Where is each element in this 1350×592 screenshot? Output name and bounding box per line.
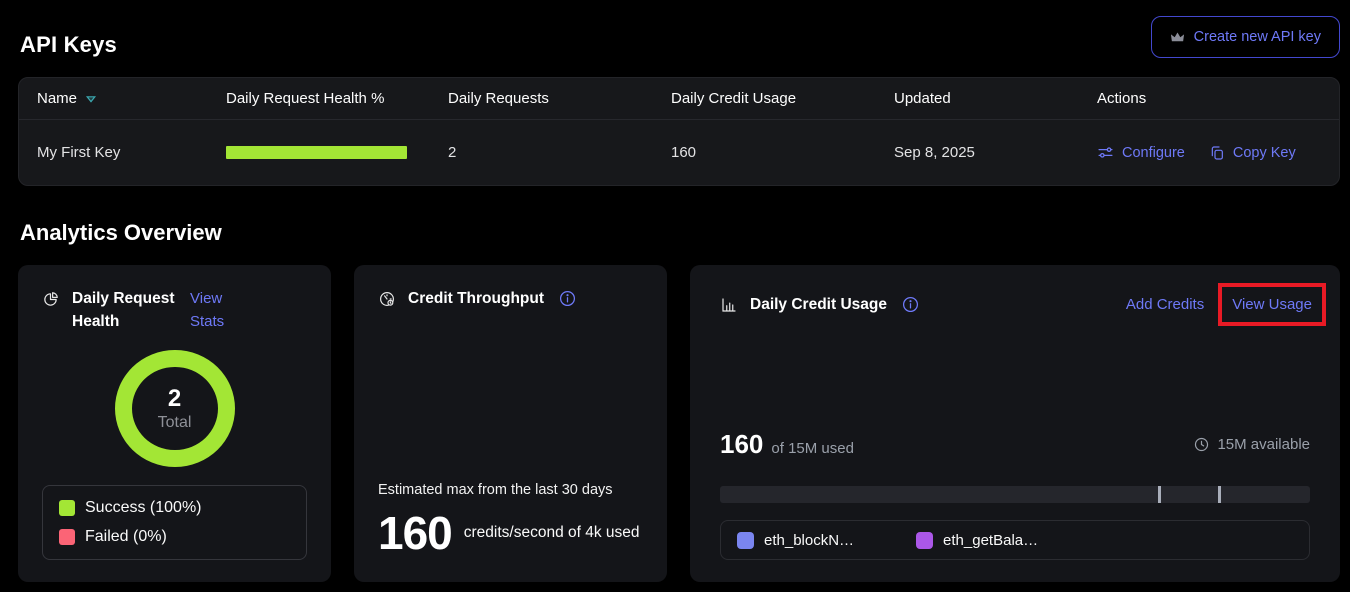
updated-value: Sep 8, 2025 <box>894 144 1097 161</box>
daily-request-health-card: Daily Request Health View Stats 2 Total … <box>18 265 331 582</box>
column-header-updated: Updated <box>894 90 1097 107</box>
success-swatch <box>59 500 75 516</box>
donut-total-label: Total <box>158 414 192 432</box>
health-bar-track <box>226 146 407 159</box>
credit-usage-legend: eth_blockN… eth_getBala… <box>720 520 1310 560</box>
legend-item-success: Success (100%) <box>59 499 290 517</box>
dashboard-page: API Keys Create new API key Name Daily R… <box>0 0 1350 582</box>
daily-credit-usage-header: Daily Credit Usage Add Credits View Usag… <box>720 283 1310 326</box>
sliders-icon <box>1097 144 1114 161</box>
usage-summary-row: 160 of 15M used 15M available <box>720 429 1310 460</box>
daily-request-health-header: Daily Request Health View Stats <box>42 287 307 334</box>
health-bar <box>226 146 407 159</box>
failed-label: Failed (0%) <box>85 528 167 546</box>
key-name: My First Key <box>37 144 226 161</box>
clock-icon <box>1193 436 1210 453</box>
legend-item-eth-getbalance: eth_getBala… <box>916 532 1038 549</box>
progress-tick <box>1218 486 1221 503</box>
configure-button[interactable]: Configure <box>1097 144 1185 161</box>
progress-tick <box>1158 486 1161 503</box>
info-icon[interactable] <box>901 295 920 314</box>
copy-icon <box>1209 145 1225 161</box>
add-credits-link[interactable]: Add Credits <box>1126 293 1204 316</box>
daily-credit-usage-title-group: Daily Credit Usage <box>720 293 1126 316</box>
request-health-legend: Success (100%) Failed (0%) <box>42 485 307 560</box>
eth-getbalance-swatch <box>916 532 933 549</box>
create-api-key-button[interactable]: Create new API key <box>1151 16 1340 58</box>
copy-key-button[interactable]: Copy Key <box>1209 145 1296 161</box>
daily-credit-usage-links: Add Credits View Usage <box>1126 283 1310 326</box>
daily-credit-usage-value: 160 <box>671 144 894 161</box>
api-keys-table: Name Daily Request Health % Daily Reques… <box>18 77 1340 186</box>
legend-item-failed: Failed (0%) <box>59 528 290 546</box>
api-keys-header: API Keys Create new API key <box>18 16 1340 58</box>
daily-request-health-title: Daily Request Health <box>72 287 190 334</box>
success-label: Success (100%) <box>85 499 202 517</box>
column-header-daily-credit-usage: Daily Credit Usage <box>671 90 894 107</box>
bar-chart-icon <box>720 296 738 314</box>
credit-usage-progress-bar <box>720 486 1310 503</box>
view-stats-link[interactable]: View Stats <box>190 287 238 334</box>
legend-item-eth-blocknumber: eth_blockN… <box>737 532 854 549</box>
request-health-donut-chart: 2 Total <box>115 350 235 468</box>
column-header-name[interactable]: Name <box>37 90 226 107</box>
throughput-subtitle: Estimated max from the last 30 days <box>378 482 643 498</box>
configure-label: Configure <box>1122 145 1185 161</box>
credit-throughput-title: Credit Throughput <box>408 287 544 310</box>
used-credits-suffix: of 15M used <box>771 440 854 457</box>
sort-descending-icon[interactable] <box>85 93 97 105</box>
analytics-cards: Daily Request Health View Stats 2 Total … <box>18 265 1340 582</box>
table-header-row: Name Daily Request Health % Daily Reques… <box>19 78 1339 120</box>
actions-cell: Configure Copy Key <box>1097 144 1339 161</box>
view-usage-link[interactable]: View Usage <box>1232 296 1312 313</box>
daily-credit-usage-card: Daily Credit Usage Add Credits View Usag… <box>690 265 1340 582</box>
pie-chart-icon <box>42 291 59 308</box>
credits-available-label: 15M available <box>1217 436 1310 453</box>
used-credits-value: 160 <box>720 429 763 460</box>
daily-requests-value: 2 <box>448 144 671 161</box>
annotation-box: View Usage <box>1218 283 1326 326</box>
eth-getbalance-label: eth_getBala… <box>943 532 1038 549</box>
create-api-key-label: Create new API key <box>1194 29 1321 45</box>
throughput-value: 160 <box>378 506 452 560</box>
copy-key-label: Copy Key <box>1233 145 1296 161</box>
credits-available-group: 15M available <box>1193 436 1310 453</box>
column-header-health: Daily Request Health % <box>226 90 448 107</box>
credit-throughput-card: Credit Throughput Estimated max from the… <box>354 265 667 582</box>
column-header-actions: Actions <box>1097 90 1339 107</box>
credit-throughput-header: Credit Throughput <box>378 287 643 310</box>
eth-blocknumber-swatch <box>737 532 754 549</box>
page-title: API Keys <box>18 32 117 58</box>
throughput-value-row: 160 credits/second of 4k used <box>378 506 643 560</box>
health-bar-cell <box>226 146 448 159</box>
donut-total-value: 2 <box>168 385 181 413</box>
analytics-overview-title: Analytics Overview <box>18 220 1340 246</box>
eth-blocknumber-label: eth_blockN… <box>764 532 854 549</box>
throughput-value-suffix: credits/second of 4k used <box>464 521 640 545</box>
column-header-daily-requests: Daily Requests <box>448 90 671 107</box>
table-row: My First Key 2 160 Sep 8, 2025 Configure <box>19 120 1339 185</box>
failed-swatch <box>59 529 75 545</box>
gauge-icon <box>378 290 396 308</box>
daily-credit-usage-title: Daily Credit Usage <box>750 293 887 316</box>
crown-icon <box>1170 30 1185 45</box>
info-icon[interactable] <box>558 289 577 308</box>
